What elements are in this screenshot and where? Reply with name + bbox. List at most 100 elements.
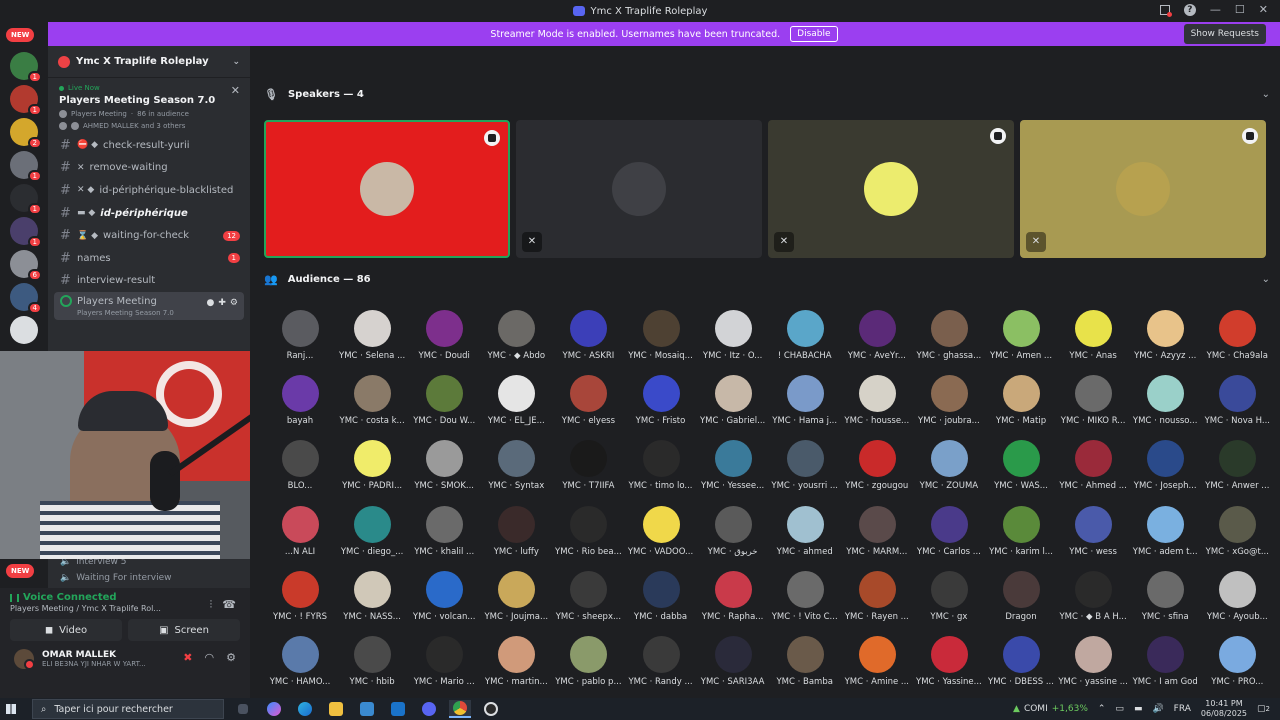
audience-member[interactable]: YMC · DBESS ...: [985, 636, 1057, 701]
audience-member[interactable]: YMC · zgougou: [841, 440, 913, 505]
store-icon[interactable]: [356, 700, 378, 718]
audience-member[interactable]: YMC · Rapha...: [697, 570, 769, 636]
audience-member[interactable]: YMC · Amen ...: [985, 310, 1057, 375]
server-icon[interactable]: 1: [10, 85, 42, 116]
audience-member[interactable]: YMC · sheepx...: [552, 570, 624, 636]
audience-member[interactable]: YMC · Azyyz ...: [1129, 310, 1201, 375]
audience-member[interactable]: YMC · VADOO...: [625, 505, 697, 571]
live-stage-card[interactable]: Live Now Players Meeting Season 7.0 Play…: [48, 78, 250, 134]
audience-member[interactable]: Ranj...: [264, 310, 336, 375]
audience-member[interactable]: YMC · SARI3AA: [697, 636, 769, 701]
server-icon[interactable]: 4: [10, 283, 42, 314]
audience-member[interactable]: YMC · ◆ Abdo: [480, 310, 552, 375]
file-explorer-icon[interactable]: [325, 700, 347, 718]
audience-member[interactable]: YMC · Itz · O...: [697, 310, 769, 375]
audience-member[interactable]: YMC · Doudi: [408, 310, 480, 375]
audience-member[interactable]: YMC · karim l...: [985, 505, 1057, 571]
copilot-icon[interactable]: [263, 700, 285, 718]
audience-member[interactable]: YMC · sfina: [1129, 570, 1201, 636]
maximize-button[interactable]: ☐: [1235, 3, 1245, 16]
audience-member[interactable]: YMC · MIKO R...: [1057, 375, 1129, 440]
audience-member[interactable]: ! CHABACHA: [769, 310, 841, 375]
disconnect-icon[interactable]: ☎: [222, 598, 236, 612]
audience-member[interactable]: YMC · T7IIFA: [552, 440, 624, 505]
speaker-tile[interactable]: ✕: [516, 120, 762, 258]
audience-member[interactable]: YMC · Rio bea...: [552, 505, 624, 571]
audience-member[interactable]: YMC · Hama j...: [769, 375, 841, 440]
audience-member[interactable]: YMC · AveYr...: [841, 310, 913, 375]
audience-member[interactable]: YMC · SMOK...: [408, 440, 480, 505]
audience-member[interactable]: YMC · Amine ...: [841, 636, 913, 701]
audience-member[interactable]: YMC · Selena ...: [336, 310, 408, 375]
channel-players-meeting[interactable]: Players Meeting ● ✚ ⚙ Players Meeting Se…: [54, 292, 244, 321]
server-icon[interactable]: 1: [10, 184, 42, 215]
disable-streamer-mode-button[interactable]: Disable: [790, 26, 838, 42]
taskbar-search[interactable]: ⌕ Taper ici pour rechercher: [32, 699, 224, 719]
audience-member[interactable]: YMC · ! Vito C...: [769, 570, 841, 636]
server-icon[interactable]: 1: [10, 151, 42, 182]
audience-member[interactable]: YMC · Anwer ...: [1201, 440, 1273, 505]
audience-member[interactable]: YMC · Matip: [985, 375, 1057, 440]
audience-member[interactable]: YMC · timo lo...: [625, 440, 697, 505]
audience-member[interactable]: YMC · Ayoub...: [1201, 570, 1273, 636]
audience-member[interactable]: YMC · Joseph...: [1129, 440, 1201, 505]
help-icon[interactable]: ?: [1183, 3, 1196, 16]
server-icon[interactable]: 1: [10, 217, 42, 248]
server-icon[interactable]: [10, 316, 38, 344]
speaker-tile[interactable]: ✕: [768, 120, 1014, 258]
gear-icon[interactable]: ⚙: [226, 651, 236, 664]
audience-member[interactable]: YMC · wess: [1057, 505, 1129, 571]
mute-icon[interactable]: ✖: [183, 651, 192, 664]
inbox-icon[interactable]: [1159, 4, 1172, 17]
audience-member[interactable]: YMC · ASKRI: [552, 310, 624, 375]
audience-member[interactable]: YMC · EL_JE...: [480, 375, 552, 440]
server-icon[interactable]: 6: [10, 250, 42, 281]
chevron-up-icon[interactable]: ⌃: [1098, 704, 1106, 714]
audience-member[interactable]: YMC · MARM...: [841, 505, 913, 571]
audience-member[interactable]: YMC · luffy: [480, 505, 552, 571]
battery-icon[interactable]: ▬: [1134, 704, 1143, 714]
chevron-down-icon[interactable]: ⌄: [1262, 89, 1270, 100]
chat-icon[interactable]: ●: [207, 298, 215, 308]
audience-member[interactable]: YMC · Carlos ...: [913, 505, 985, 571]
add-member-icon[interactable]: ✚: [218, 298, 226, 308]
audience-member[interactable]: YMC · Ahmed ...: [1057, 440, 1129, 505]
outlook-icon[interactable]: [387, 700, 409, 718]
voice-channel-path[interactable]: Players Meeting / Ymc X Traplife Rol...: [10, 604, 190, 613]
audience-member[interactable]: YMC · volcan...: [408, 570, 480, 636]
audience-member[interactable]: YMC · HAMO...: [264, 636, 336, 701]
speaker-tile[interactable]: [264, 120, 510, 258]
channel-item[interactable]: # ⌛ ◆ waiting-for-check 12: [48, 224, 250, 247]
channel-waiting-for-interview[interactable]: 🔈 Waiting For interview: [48, 570, 250, 586]
audience-member[interactable]: Dragon: [985, 570, 1057, 636]
video-button[interactable]: ◼ Video: [10, 619, 122, 641]
avatar[interactable]: [14, 649, 35, 670]
audience-member[interactable]: YMC · Nova H...: [1201, 375, 1273, 440]
audience-member[interactable]: YMC · NASS...: [336, 570, 408, 636]
audience-member[interactable]: YMC · housse...: [841, 375, 913, 440]
server-header[interactable]: Ymc X Traplife Roleplay ⌄: [48, 46, 250, 78]
chevron-down-icon[interactable]: ⌄: [1262, 274, 1270, 285]
audience-member[interactable]: YMC · Cha9ala: [1201, 310, 1273, 375]
discord-icon[interactable]: [418, 700, 440, 718]
audience-member[interactable]: YMC · costa k...: [336, 375, 408, 440]
task-view-icon[interactable]: [232, 700, 254, 718]
user-info[interactable]: OMAR MALLEK ELI BE3NA YJI NHAR W YART...: [42, 650, 152, 668]
audience-member[interactable]: YMC · Joujma...: [480, 570, 552, 636]
audience-member[interactable]: YMC · yassine ...: [1057, 636, 1129, 701]
close-icon[interactable]: ✕: [231, 84, 240, 97]
audience-member[interactable]: YMC · khalil ...: [408, 505, 480, 571]
audience-member[interactable]: YMC · Mosaiq...: [625, 310, 697, 375]
audience-member[interactable]: YMC · diego_...: [336, 505, 408, 571]
show-requests-button[interactable]: Show Requests: [1183, 24, 1266, 44]
stock-widget[interactable]: ▲ COMI +1,63%: [1013, 704, 1088, 714]
audience-header[interactable]: 👥 Audience — 86: [264, 273, 371, 286]
audience-member[interactable]: YMC · joubra...: [913, 375, 985, 440]
audience-member[interactable]: YMC · WAS...: [985, 440, 1057, 505]
audience-member[interactable]: YMC · Mario ...: [408, 636, 480, 701]
gear-icon[interactable]: ⚙: [230, 298, 238, 308]
audience-member[interactable]: YMC · Randy ...: [625, 636, 697, 701]
audience-member[interactable]: YMC · Fristo: [625, 375, 697, 440]
audience-member[interactable]: YMC · adem t...: [1129, 505, 1201, 571]
audience-member[interactable]: YMC · martin...: [480, 636, 552, 701]
